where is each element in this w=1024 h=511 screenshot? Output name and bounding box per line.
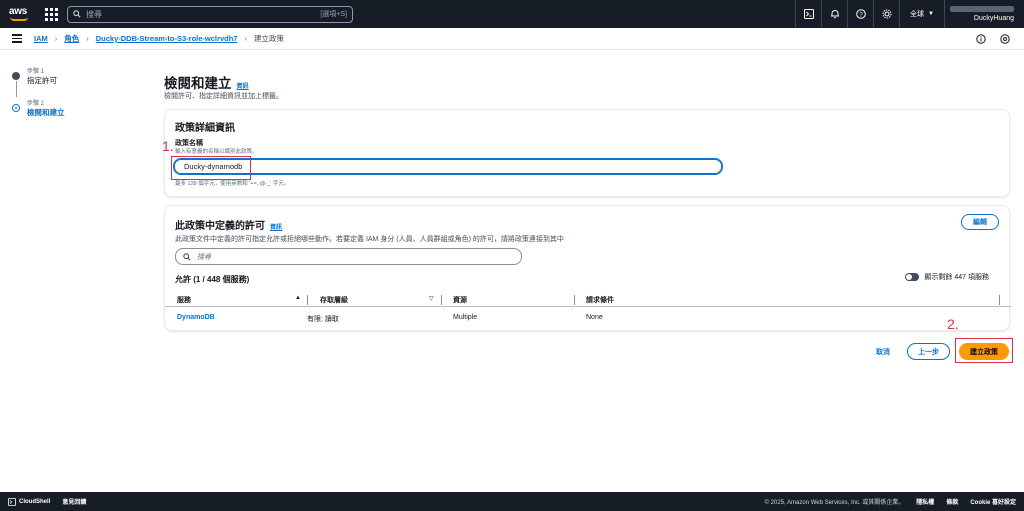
- breadcrumb-role-name[interactable]: Ducky-DDB-Stream-to-S3-role-wclrvdh7: [96, 34, 238, 43]
- help-icon[interactable]: ?: [847, 0, 873, 28]
- cloudshell-icon: [8, 497, 16, 506]
- permissions-search-input[interactable]: 搜尋: [175, 248, 522, 265]
- breadcrumb-bar: IAM › 角色 › Ducky-DDB-Stream-to-S3-role-w…: [0, 28, 1024, 50]
- column-divider[interactable]: [441, 295, 442, 305]
- search-icon: [183, 252, 191, 261]
- edit-button[interactable]: 編輯: [961, 214, 999, 230]
- aws-logo-text: aws: [9, 6, 28, 17]
- region-label: 全球: [910, 11, 925, 18]
- sort-ascending-icon[interactable]: ▲: [295, 295, 301, 301]
- account-menu[interactable]: DuckyHuang: [944, 0, 1024, 28]
- services-grid-icon[interactable]: [43, 6, 59, 22]
- cancel-button[interactable]: 取消: [876, 347, 890, 357]
- policy-name-input[interactable]: Ducky-dynamodb: [173, 158, 723, 175]
- terms-link[interactable]: 條款: [946, 497, 958, 506]
- step-connector: [15, 81, 17, 97]
- breadcrumb: IAM › 角色 › Ducky-DDB-Stream-to-S3-role-w…: [34, 33, 284, 44]
- page-title-text: 檢閱和建立: [164, 76, 232, 91]
- step-1[interactable]: 步驟 1 指定許可: [12, 66, 65, 97]
- table-header: 服務 ▲ 存取層級 ▽ 資源 請求條件: [165, 293, 1011, 307]
- step-2-title: 檢閱和建立: [27, 108, 65, 117]
- account-name: DuckyHuang: [973, 15, 1014, 22]
- permissions-title-text: 此政策中定義的許可: [175, 221, 265, 232]
- col-service[interactable]: 服務: [177, 295, 191, 305]
- aws-logo[interactable]: aws: [9, 5, 33, 23]
- search-icon: [73, 10, 81, 18]
- cloudshell-icon[interactable]: [795, 0, 821, 28]
- caret-down-icon: ▼: [928, 11, 934, 17]
- copyright-text: © 2025, Amazon Web Services, Inc. 或其關係企業…: [764, 500, 905, 506]
- feedback-link[interactable]: 意見回饋: [62, 497, 86, 506]
- policy-name-hint: 輸入有意義的名稱以識別此政策。: [175, 149, 258, 155]
- search-placeholder: 搜尋: [86, 9, 102, 19]
- step-2-number: 步驟 2: [27, 101, 45, 107]
- permissions-description: 此政策文件中定義的許可指定允許或拒絕哪些動作。若要定義 IAM 身分 (人員、人…: [175, 236, 564, 243]
- col-service-label: 服務: [177, 297, 191, 304]
- top-navigation: aws 搜尋 [選項+S] ? 全球 ▼ DuckyHuang: [0, 0, 1024, 28]
- cookie-preferences-link[interactable]: Cookie 喜好設定: [970, 497, 1016, 506]
- aws-smile-icon: [10, 17, 28, 21]
- step-1-title: 指定許可: [27, 76, 57, 85]
- cell-access-level: 有限: 讀取: [307, 316, 339, 323]
- policy-name-constraint: 最多 128 個字元，使用英數和 '+=,.@-_' 字元。: [175, 181, 290, 187]
- chevron-right-icon: ›: [244, 34, 247, 43]
- cell-resource: Multiple: [453, 314, 478, 321]
- region-selector[interactable]: 全球 ▼: [899, 0, 944, 28]
- redacted-account-id: [950, 6, 1014, 12]
- table-row: DynamoDB 有限: 讀取 Multiple None: [165, 308, 1011, 328]
- privacy-link[interactable]: 隱私權: [916, 497, 934, 506]
- col-access-label: 存取層級: [320, 297, 348, 304]
- toggle-switch[interactable]: [905, 273, 920, 281]
- permissions-card: 此政策中定義的許可 資訊 此政策文件中定義的許可指定允許或拒絕哪些動作。若要定義…: [164, 205, 1011, 331]
- chevron-right-icon: ›: [86, 34, 89, 43]
- annotation-number-1: 1.: [162, 138, 174, 154]
- chevron-right-icon: ›: [54, 34, 58, 43]
- search-shortcut: [選項+S]: [320, 11, 347, 18]
- col-resource-label: 資源: [453, 297, 467, 304]
- breadcrumb-current: 建立政策: [253, 34, 284, 43]
- annotation-number-2: 2.: [947, 316, 959, 332]
- preferences-icon[interactable]: [1000, 33, 1010, 44]
- col-access-level[interactable]: 存取層級: [320, 295, 348, 305]
- previous-button[interactable]: 上一步: [907, 343, 950, 360]
- service-link-dynamodb[interactable]: DynamoDB: [177, 314, 215, 321]
- menu-hamburger-icon[interactable]: [12, 34, 22, 43]
- column-divider[interactable]: [999, 295, 1000, 305]
- cloudshell-label: CloudShell: [19, 498, 51, 505]
- annotation-highlight-1: [171, 156, 251, 180]
- breadcrumb-iam[interactable]: IAM: [34, 34, 48, 43]
- step-active-dot-icon: [12, 104, 20, 112]
- column-divider[interactable]: [574, 295, 575, 305]
- show-remaining-toggle[interactable]: 顯示剩餘 447 項服務: [905, 272, 989, 282]
- breadcrumb-roles[interactable]: 角色: [64, 33, 79, 44]
- col-condition-label: 請求條件: [586, 297, 614, 304]
- notifications-bell-icon[interactable]: [821, 0, 847, 28]
- col-resource[interactable]: 資源: [453, 295, 467, 305]
- page-description: 檢閱許可、指定詳細資訊並加上標籤。: [164, 93, 283, 100]
- info-circle-icon[interactable]: [976, 33, 986, 44]
- policy-details-title: 政策詳細資訊: [175, 123, 235, 134]
- cloudshell-button[interactable]: CloudShell: [8, 497, 51, 506]
- step-1-number: 步驟 1: [27, 69, 45, 75]
- settings-gear-icon[interactable]: [873, 0, 899, 28]
- sort-icon[interactable]: ▽: [429, 295, 434, 302]
- permissions-info-link[interactable]: 資訊: [270, 222, 282, 231]
- wizard-steps: 步驟 1 指定許可 步驟 2 檢閱和建立: [12, 66, 65, 130]
- column-divider[interactable]: [307, 295, 308, 305]
- step-complete-dot-icon: [12, 72, 20, 80]
- footer: CloudShell 意見回饋 © 2025, Amazon Web Servi…: [0, 492, 1024, 511]
- allow-heading: 允許 (1 / 448 個服務): [175, 275, 250, 284]
- page-title: 檢閱和建立 資訊: [164, 72, 249, 92]
- permissions-title: 此政策中定義的許可 資訊: [175, 217, 282, 232]
- col-request-condition[interactable]: 請求條件: [586, 295, 614, 305]
- toggle-label: 顯示剩餘 447 項服務: [924, 274, 989, 281]
- global-search-input[interactable]: 搜尋 [選項+S]: [67, 5, 353, 23]
- step-2: 步驟 2 檢閱和建立: [12, 98, 65, 118]
- policy-details-card: 政策詳細資訊 政策名稱 輸入有意義的名稱以識別此政策。 Ducky-dynamo…: [164, 109, 1010, 197]
- permissions-search-placeholder: 搜尋: [197, 253, 211, 261]
- annotation-highlight-2: [955, 338, 1013, 363]
- cell-request-condition: None: [586, 314, 603, 321]
- page-info-link[interactable]: 資訊: [237, 81, 249, 90]
